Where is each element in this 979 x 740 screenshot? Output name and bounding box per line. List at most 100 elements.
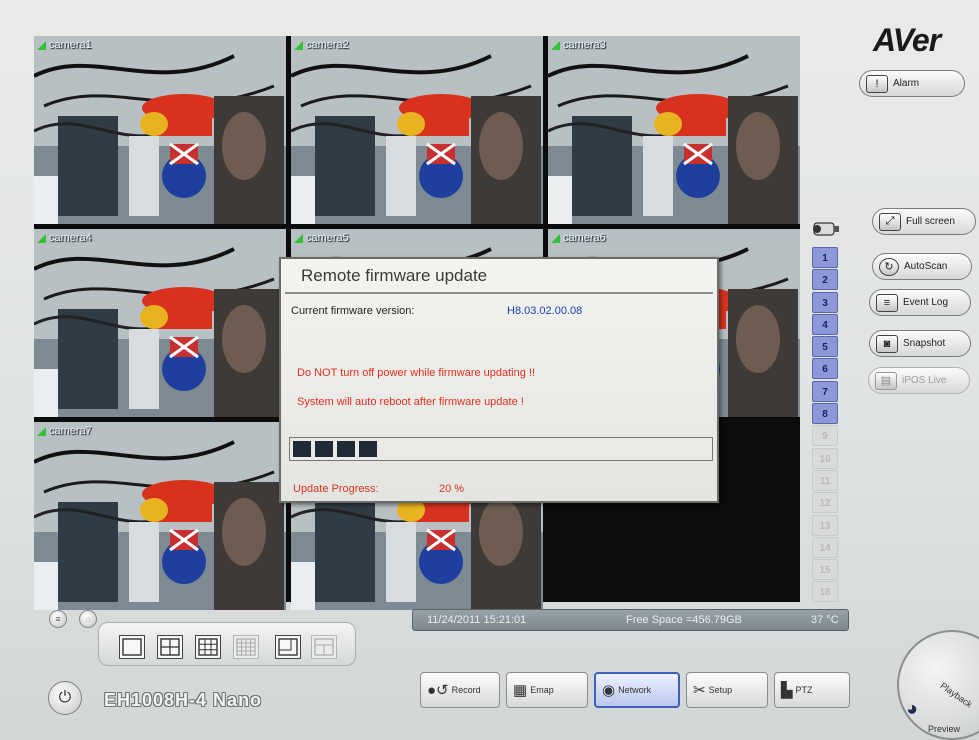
emap-label: Emap xyxy=(530,685,554,695)
camera-name: camera4 xyxy=(49,232,92,244)
progress-block xyxy=(337,441,355,457)
signal-icon xyxy=(37,426,46,436)
channel-button[interactable]: 16 xyxy=(812,581,838,603)
dialog-title: Remote firmware update xyxy=(301,266,488,285)
channel-button[interactable]: 3 xyxy=(812,291,838,313)
event-log-icon: ≡ xyxy=(876,293,898,312)
emap-icon: ▦ xyxy=(513,682,528,699)
channel-button[interactable]: 7 xyxy=(812,380,838,402)
layout-custom-button[interactable] xyxy=(311,635,337,659)
alarm-button[interactable]: ! Alarm xyxy=(859,70,965,97)
network-label: Network xyxy=(618,685,652,695)
restore-icon[interactable]: ◌ xyxy=(79,610,97,628)
layout-4-button[interactable] xyxy=(157,635,183,659)
progress-block xyxy=(293,441,311,457)
setup-label: Setup xyxy=(708,685,733,695)
channel-button[interactable]: 11 xyxy=(812,469,838,491)
camera-label: camera5 xyxy=(294,230,349,246)
channel-button[interactable]: 15 xyxy=(812,559,838,581)
network-icon: ◉ xyxy=(602,682,616,699)
layout-1-button[interactable] xyxy=(119,635,145,659)
channel-button[interactable]: 12 xyxy=(812,492,838,514)
camera-tile[interactable]: camera7 xyxy=(34,422,286,610)
reboot-warning: System will auto reboot after firmware u… xyxy=(297,396,524,408)
full-screen-button[interactable]: ⤢ Full screen xyxy=(872,208,976,235)
emap-button[interactable]: ▦ Emap xyxy=(506,672,588,708)
refresh-icon: ↻ xyxy=(879,257,899,276)
channel-button[interactable]: 4 xyxy=(812,313,838,335)
channel-button[interactable]: 6 xyxy=(812,358,838,380)
power-button[interactable]: ⏻ xyxy=(48,681,82,715)
channel-button[interactable]: 10 xyxy=(812,447,838,469)
status-bar: 11/24/2011 15:21:01 Free Space =456.79GB… xyxy=(412,609,849,631)
preview-label[interactable]: Preview xyxy=(928,724,960,734)
event-log-button[interactable]: ≡ Event Log xyxy=(869,289,971,316)
camera-tile[interactable]: camera3 xyxy=(548,36,800,224)
record-icon: ●↺ xyxy=(427,682,449,699)
camera-label: camera7 xyxy=(37,423,92,439)
expand-icon: ⤢ xyxy=(879,212,901,231)
firmware-version-value: H8.03.02.00.08 xyxy=(507,305,583,317)
channel-button[interactable]: 9 xyxy=(812,425,838,447)
snapshot-button[interactable]: ◙ Snapshot xyxy=(869,330,971,357)
ipos-live-label: iPOS Live xyxy=(902,375,947,386)
layout-9-button[interactable] xyxy=(195,635,221,659)
snapshot-label: Snapshot xyxy=(903,338,946,349)
autoscan-label: AutoScan xyxy=(904,261,948,272)
camera-icon xyxy=(806,218,842,240)
camera-label: camera3 xyxy=(551,37,606,53)
power-warning: Do NOT turn off power while firmware upd… xyxy=(297,367,536,379)
autoscan-button[interactable]: ↻ AutoScan xyxy=(872,253,972,280)
ptz-label: PTZ xyxy=(795,685,813,695)
status-temperature: 37 °C xyxy=(811,614,839,626)
status-datetime: 11/24/2011 15:21:01 xyxy=(427,614,527,626)
signal-icon xyxy=(551,233,560,243)
signal-icon xyxy=(294,233,303,243)
screen-layout-tray xyxy=(98,622,356,666)
channel-selector: 1 2 3 4 5 6 7 8 9 10 11 12 13 14 15 16 xyxy=(812,247,838,604)
record-label: Record xyxy=(451,685,481,695)
ipos-live-button[interactable]: ▤ iPOS Live xyxy=(868,367,970,394)
aver-logo: AVer xyxy=(873,22,941,58)
pos-terminal-icon: ▤ xyxy=(875,371,897,390)
channel-button[interactable]: 2 xyxy=(812,269,838,291)
event-log-label: Event Log xyxy=(903,297,949,308)
signal-icon xyxy=(294,40,303,50)
progress-block xyxy=(315,441,333,457)
camera-name: camera1 xyxy=(49,39,92,51)
update-progress-label: Update Progress: xyxy=(293,483,379,495)
dialog-separator xyxy=(285,292,713,294)
alarm-icon: ! xyxy=(866,74,888,93)
camera-tile[interactable]: camera4 xyxy=(34,229,286,417)
record-button[interactable]: ●↺ Record xyxy=(420,672,500,708)
network-button[interactable]: ◉ Network xyxy=(594,672,680,708)
signal-icon xyxy=(37,40,46,50)
camera-tile[interactable]: camera2 xyxy=(291,36,543,224)
power-icon: ⏻ xyxy=(58,689,72,706)
channel-button[interactable]: 1 xyxy=(812,247,838,268)
snapshot-icon: ◙ xyxy=(876,334,898,353)
progress-block xyxy=(359,441,377,457)
eye-icon: ◕ xyxy=(906,698,919,720)
camera-label: camera4 xyxy=(37,230,92,246)
camera-tile[interactable]: camera1 xyxy=(34,36,286,224)
status-free-space: Free Space =456.79GB xyxy=(626,614,742,626)
camera-name: camera7 xyxy=(49,425,92,437)
model-name: EH1008H-4 Nano xyxy=(104,690,263,710)
ptz-button[interactable]: ▙ PTZ xyxy=(774,672,850,708)
list-view-icon[interactable]: ≡ xyxy=(49,610,67,628)
channel-button[interactable]: 5 xyxy=(812,336,838,358)
camera-name: camera6 xyxy=(563,232,606,244)
camera-name: camera3 xyxy=(563,39,606,51)
full-screen-label: Full screen xyxy=(906,216,955,227)
camera-label: camera1 xyxy=(37,37,92,53)
layout-16-button[interactable] xyxy=(233,635,259,659)
firmware-update-dialog: Remote firmware update Current firmware … xyxy=(279,257,719,503)
setup-button[interactable]: ✂ Setup xyxy=(686,672,768,708)
layout-pip-button[interactable] xyxy=(275,635,301,659)
channel-button[interactable]: 13 xyxy=(812,514,838,536)
camera-label: camera6 xyxy=(551,230,606,246)
channel-button[interactable]: 8 xyxy=(812,403,838,425)
channel-button[interactable]: 14 xyxy=(812,536,838,558)
alarm-label: Alarm xyxy=(893,78,920,89)
